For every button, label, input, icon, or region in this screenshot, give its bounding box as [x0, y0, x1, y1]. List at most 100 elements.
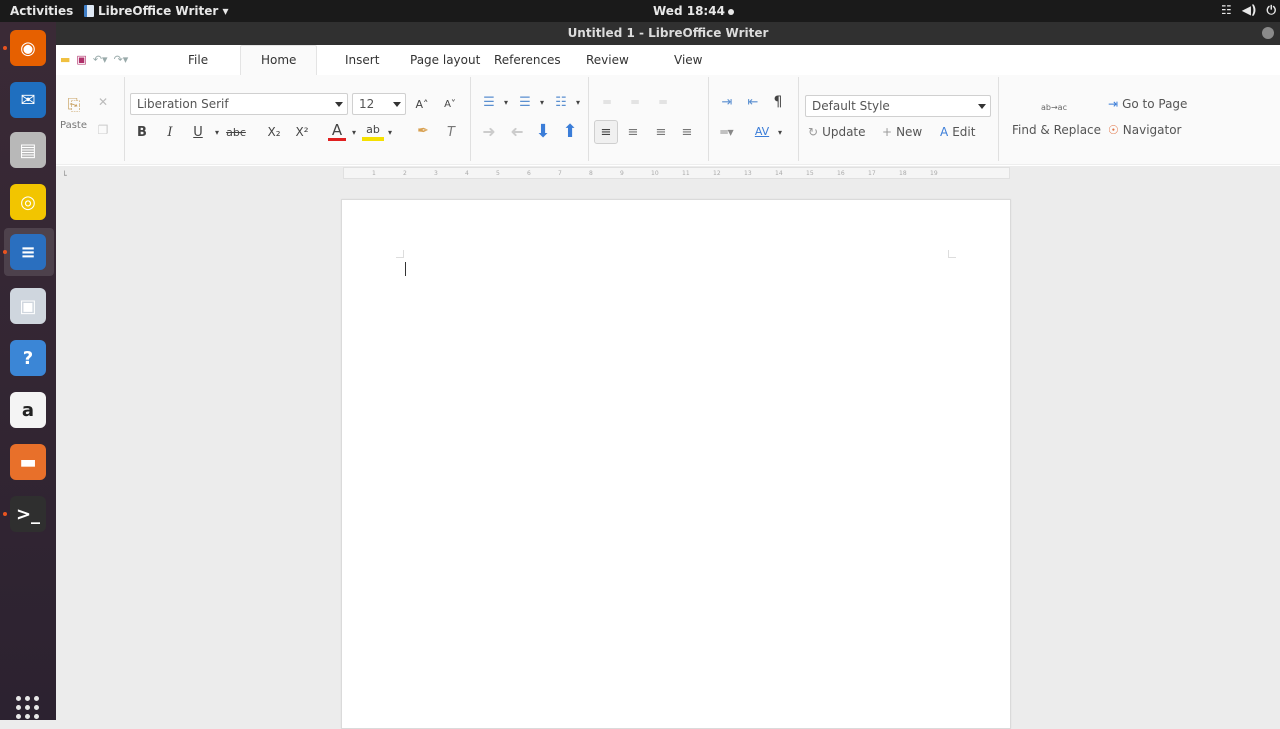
justify-icon[interactable]: ≡ [676, 121, 698, 143]
find-replace-button[interactable]: Find & Replace [1012, 123, 1101, 137]
align-left-icon[interactable]: ≡ [594, 120, 618, 144]
font-name-box[interactable]: Liberation Serif [130, 93, 348, 115]
grow-font-icon[interactable]: A˄ [414, 95, 430, 113]
ribbon-home: ⎘ Paste ✕ ❐ Liberation Serif 12 A˄ A˅ B … [56, 75, 1280, 165]
tab-page-layout[interactable]: Page layout [410, 53, 480, 67]
chevron-down-icon[interactable] [393, 102, 401, 107]
file-cabinet-icon[interactable]: ▤ [10, 132, 46, 168]
clone-formatting-icon[interactable]: ✒ [412, 121, 434, 141]
ruler-mark: 9 [620, 170, 624, 177]
paragraph-style-value: Default Style [812, 99, 890, 113]
chevron-down-icon[interactable] [978, 104, 986, 109]
go-to-page-button[interactable]: ⇥ Go to Page [1108, 97, 1187, 111]
spacing-below-icon[interactable]: ═ [652, 93, 674, 111]
document-icon [84, 5, 94, 17]
numbered-dropdown-icon[interactable]: ▾ [538, 95, 546, 109]
spacing-above-icon[interactable]: ═ [596, 93, 618, 111]
italic-icon[interactable]: I [162, 123, 178, 141]
font-color-icon[interactable]: A [328, 121, 346, 141]
tab-stop-selector[interactable]: └ [62, 171, 67, 180]
tab-view[interactable]: View [674, 53, 702, 67]
decrease-indent-icon[interactable]: ⇤ [742, 93, 764, 111]
save-icon[interactable]: ▣ [76, 53, 86, 66]
subscript-icon[interactable]: X₂ [264, 123, 284, 141]
promote-icon[interactable]: ➜ [506, 121, 528, 141]
demote-icon[interactable]: ➜ [478, 121, 500, 141]
firefox-icon[interactable]: ◉ [10, 30, 46, 66]
cut-icon[interactable]: ✕ [96, 95, 110, 109]
app-menu[interactable]: LibreOffice Writer ▾ [84, 4, 228, 18]
highlight-dropdown-icon[interactable]: ▾ [386, 123, 394, 141]
volume-icon[interactable]: ◀) [1242, 3, 1257, 18]
bullet-dropdown-icon[interactable]: ▾ [502, 95, 510, 109]
paragraph-style-box[interactable]: Default Style [805, 95, 991, 117]
tab-insert[interactable]: Insert [345, 53, 379, 67]
increase-indent-icon[interactable]: ⇥ [716, 93, 738, 111]
document-page[interactable] [341, 199, 1011, 729]
outline-list-icon[interactable]: ☷ [550, 93, 572, 111]
horizontal-ruler[interactable]: 1 2 3 4 5 6 7 8 9 10 11 12 13 14 15 16 17 18 19 [343, 167, 1010, 179]
power-icon[interactable]: ⏻ [1267, 3, 1277, 18]
quick-access-toolbar: ▬ ▣ ↶▾ ↷▾ [60, 53, 128, 66]
folder-icon[interactable]: ▬ [10, 444, 46, 480]
refresh-icon: ↻ [808, 125, 819, 139]
spacing-between-icon[interactable]: ═ [624, 93, 646, 111]
copy-icon[interactable]: ❐ [96, 123, 110, 137]
chevron-down-icon[interactable] [335, 102, 343, 107]
bold-icon[interactable]: B [134, 123, 150, 141]
system-tray[interactable]: ☷ ◀) ⏻ [1221, 3, 1276, 18]
clock[interactable]: Wed 18:44 [653, 4, 734, 18]
window-titlebar[interactable]: Untitled 1 - LibreOffice Writer [56, 22, 1280, 45]
tab-file[interactable]: File [188, 53, 208, 67]
move-down-icon[interactable]: ⬇ [532, 121, 554, 142]
new-style-button[interactable]: + New [882, 125, 922, 139]
edit-style-button[interactable]: A Edit [940, 125, 975, 139]
align-right-icon[interactable]: ≡ [650, 121, 672, 143]
writer-icon[interactable]: ≡ [10, 234, 46, 270]
open-icon[interactable]: ▬ [60, 53, 70, 66]
redo-icon[interactable]: ↷▾ [114, 53, 129, 66]
navigator-button[interactable]: ☉ Navigator [1108, 123, 1181, 137]
underline-dropdown-icon[interactable]: ▾ [212, 123, 222, 141]
tab-references[interactable]: References [494, 53, 561, 67]
font-size-box[interactable]: 12 [352, 93, 406, 115]
find-replace-icon[interactable]: ab→ac [1034, 97, 1074, 117]
activities-button[interactable]: Activities [10, 4, 73, 18]
strikethrough-icon[interactable]: abc [224, 123, 248, 141]
go-to-page-icon: ⇥ [1108, 97, 1119, 111]
numbered-list-icon[interactable]: ☰ [514, 93, 536, 111]
show-applications-icon[interactable] [16, 696, 40, 719]
tab-review[interactable]: Review [586, 53, 629, 67]
spacing-dropdown-icon[interactable]: ▾ [776, 123, 784, 141]
ruler-mark: 3 [434, 170, 438, 177]
superscript-icon[interactable]: X² [292, 123, 312, 141]
line-spacing-icon[interactable]: ═▾ [716, 123, 738, 141]
character-spacing-icon[interactable]: AV [750, 121, 774, 141]
amazon-icon[interactable]: a [10, 392, 46, 428]
highlight-icon[interactable]: ab [362, 121, 384, 141]
paste-button[interactable]: Paste [60, 120, 87, 131]
bullet-list-icon[interactable]: ☰ [478, 93, 500, 111]
font-color-dropdown-icon[interactable]: ▾ [350, 123, 358, 141]
thunderbird-icon[interactable]: ✉ [10, 82, 46, 118]
align-center-icon[interactable]: ≡ [622, 121, 644, 143]
help-icon[interactable]: ? [10, 340, 46, 376]
terminal-icon[interactable]: >_ [10, 496, 46, 532]
go-to-page-label: Go to Page [1122, 97, 1188, 111]
update-style-button[interactable]: ↻ Update [808, 125, 866, 139]
software-center-icon[interactable]: ▣ [10, 288, 46, 324]
network-icon[interactable]: ☷ [1221, 3, 1232, 18]
shrink-font-icon[interactable]: A˅ [442, 95, 458, 113]
clear-formatting-icon[interactable]: T [442, 123, 460, 141]
close-window-icon[interactable] [1262, 27, 1274, 39]
underline-icon[interactable]: U [190, 123, 206, 141]
rhythmbox-icon[interactable]: ◎ [10, 184, 46, 220]
navigator-icon: ☉ [1108, 123, 1119, 137]
formatting-marks-icon[interactable]: ¶ [770, 93, 786, 111]
text-cursor [405, 262, 406, 276]
undo-icon[interactable]: ↶▾ [93, 53, 108, 66]
tab-home[interactable]: Home [240, 45, 318, 75]
move-up-icon[interactable]: ⬆ [559, 121, 581, 142]
paste-icon[interactable]: ⎘ [64, 95, 84, 115]
outline-dropdown-icon[interactable]: ▾ [574, 95, 582, 109]
